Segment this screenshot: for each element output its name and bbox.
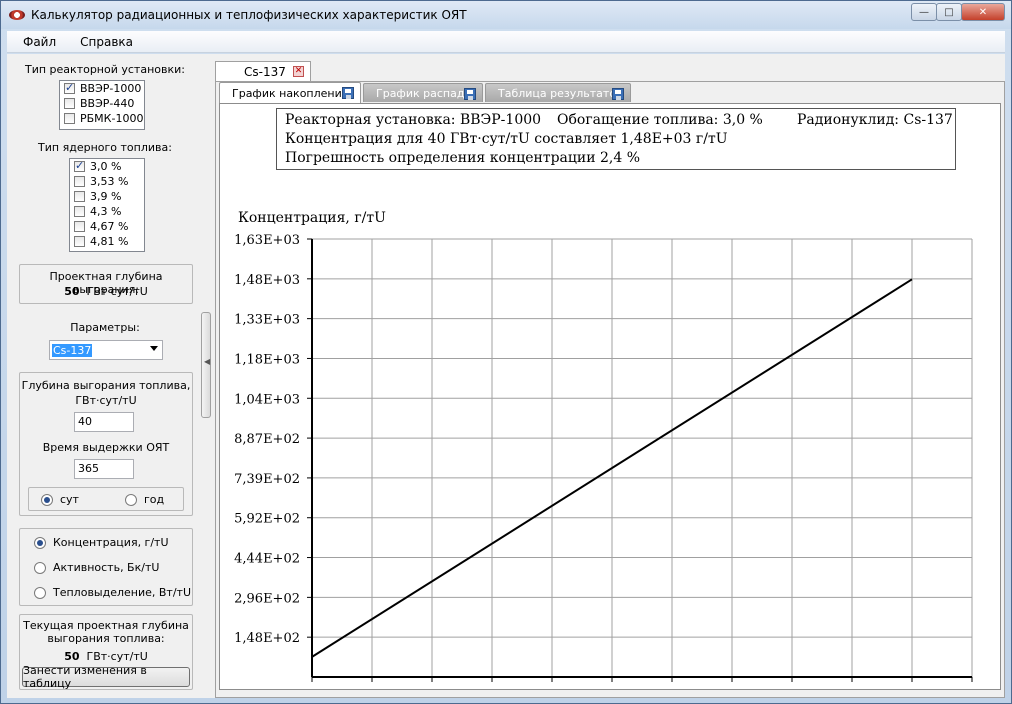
collapse-arrow-icon[interactable]: ◀: [204, 357, 210, 366]
y-tick-label: 1,18E+03: [234, 352, 300, 367]
mode-group: Концентрация, г/тU Активность, Бк/тU Теп…: [19, 528, 193, 606]
burnup-input[interactable]: 40: [74, 412, 134, 432]
doc-tab-cs137[interactable]: Cs-137 ✕: [215, 61, 311, 81]
checkbox-icon[interactable]: [74, 206, 85, 217]
maximize-icon[interactable]: □: [936, 3, 962, 21]
info-reactor: Реакторная установка: ВВЭР-1000: [285, 112, 542, 128]
checkbox-icon[interactable]: [74, 221, 85, 232]
checkbox-icon[interactable]: [74, 176, 85, 187]
tab-results-table[interactable]: Таблица результатов: [485, 83, 631, 102]
info-nuclide: Радионуклид: Cs-137: [797, 112, 953, 128]
params-label: Параметры:: [70, 321, 140, 334]
menu-bar: Файл Справка: [7, 31, 1005, 53]
info-concentration: Концентрация для 40 ГВт·сут/тU составляе…: [285, 131, 728, 147]
radio-icon[interactable]: [34, 561, 46, 574]
close-tab-icon[interactable]: ✕: [293, 66, 304, 77]
checkbox-icon[interactable]: [74, 236, 85, 247]
apply-to-table-button[interactable]: Занести изменения в таблицу: [22, 664, 190, 690]
fuel-item[interactable]: 4,81 %: [70, 234, 144, 249]
burnup-unit: ГВт·сут/тU: [75, 394, 137, 407]
current-label-2: выгорания топлива:: [47, 632, 165, 645]
y-tick-label: 1,63E+03: [234, 233, 300, 248]
checkbox-icon[interactable]: [74, 191, 85, 202]
tab-decay-chart[interactable]: График распада: [363, 83, 483, 102]
radio-icon[interactable]: [41, 493, 53, 506]
params-select[interactable]: Cs-137: [49, 340, 163, 360]
left-panel: Тип реакторной установки: ВВЭР-1000 ВВЭР…: [7, 54, 203, 698]
menu-file[interactable]: Файл: [7, 35, 66, 49]
checkbox-icon[interactable]: [74, 159, 85, 172]
design-burnup-box: Проектная глубина выгорания: 50 ГВт·сут/…: [19, 264, 193, 304]
fuel-list: 3,0 % 3,53 % 3,9 % 4,3 % 4,67 % 4,81 %: [69, 158, 145, 252]
reactor-item[interactable]: РБМК-1000: [60, 111, 144, 126]
radio-heat[interactable]: Тепловыделение, Вт/тU: [34, 586, 191, 599]
reactor-item[interactable]: ВВЭР-1000: [60, 81, 144, 96]
params-select-value: Cs-137: [52, 343, 93, 357]
save-icon[interactable]: [342, 87, 354, 99]
radio-activity[interactable]: Активность, Бк/тU: [34, 561, 159, 574]
y-axis-label: Концентрация, г/тU: [238, 210, 386, 226]
current-burnup-box: Текущая проектная глубина выгорания топл…: [19, 614, 193, 690]
app-window: Калькулятор радиационных и теплофизическ…: [0, 0, 1012, 704]
current-burnup-readout: 50 ГВт·сут/тU: [20, 650, 192, 663]
y-tick-label: 1,48E+03: [234, 273, 300, 288]
time-unit-group: сут год: [28, 487, 184, 511]
fuel-item[interactable]: 3,0 %: [70, 159, 144, 174]
close-icon[interactable]: ✕: [961, 3, 1005, 21]
checkbox-icon[interactable]: [64, 98, 75, 109]
holding-label: Время выдержки ОЯТ: [42, 441, 170, 454]
reactor-type-label: Тип реакторной установки:: [25, 63, 185, 76]
current-burnup-value: 50: [64, 650, 80, 663]
input-params-box: Глубина выгорания топлива, ГВт·сут/тU 40…: [19, 372, 193, 516]
current-label-1: Текущая проектная глубина: [23, 619, 189, 632]
reactor-list: ВВЭР-1000 ВВЭР-440 РБМК-1000: [59, 80, 145, 130]
save-icon[interactable]: [464, 88, 476, 100]
chart-panel: Реакторная установка: ВВЭР-1000 Обогащен…: [219, 103, 1001, 690]
design-burnup-value: 50: [64, 285, 80, 298]
save-icon[interactable]: [612, 88, 624, 100]
fuel-item[interactable]: 3,53 %: [70, 174, 144, 189]
y-tick-label: 1,04E+03: [234, 392, 300, 407]
holding-input[interactable]: 365: [74, 459, 134, 479]
minimize-icon[interactable]: —: [911, 3, 937, 21]
y-tick-label: 8,87E+02: [234, 432, 300, 447]
title-bar: Калькулятор радиационных и теплофизическ…: [1, 1, 1011, 29]
info-error: Погрешность определения концентрации 2,4…: [285, 150, 641, 166]
y-tick-label: 2,96E+02: [234, 591, 300, 606]
window-title: Калькулятор радиационных и теплофизическ…: [31, 8, 467, 22]
info-box: Реакторная установка: ВВЭР-1000 Обогащен…: [276, 108, 956, 170]
checkbox-icon[interactable]: [64, 81, 75, 94]
checkbox-icon[interactable]: [64, 113, 75, 124]
fuel-type-label: Тип ядерного топлива:: [38, 141, 172, 154]
fuel-item[interactable]: 4,67 %: [70, 219, 144, 234]
client-area: Тип реакторной установки: ВВЭР-1000 ВВЭР…: [7, 54, 1005, 698]
design-burnup-readout: 50 ГВт·сут/тU: [20, 285, 192, 298]
fuel-item[interactable]: 3,9 %: [70, 189, 144, 204]
chevron-down-icon[interactable]: [150, 346, 158, 351]
current-burnup-unit: ГВт·сут/тU: [86, 650, 148, 663]
burnup-label: Глубина выгорания топлива,: [21, 379, 191, 392]
accumulation-chart: 2,05,89,613,417,221,024,828,632,436,240,…: [234, 210, 973, 682]
radio-icon[interactable]: [34, 536, 46, 549]
reactor-item[interactable]: ВВЭР-440: [60, 96, 144, 111]
info-enrichment: Обогащение топлива: 3,0 %: [557, 112, 763, 128]
y-tick-label: 1,33E+03: [234, 313, 300, 328]
y-tick-label: 7,39E+02: [234, 472, 300, 487]
app-icon: [9, 10, 25, 20]
radio-concentration[interactable]: Концентрация, г/тU: [34, 536, 169, 549]
y-tick-label: 1,48E+02: [234, 631, 300, 646]
tab-accumulation-chart[interactable]: График накопления: [219, 82, 361, 103]
fuel-item[interactable]: 4,3 %: [70, 204, 144, 219]
y-tick-label: 4,44E+02: [234, 552, 300, 567]
menu-help[interactable]: Справка: [66, 35, 143, 49]
radio-icon[interactable]: [125, 493, 137, 506]
radio-icon[interactable]: [34, 586, 46, 599]
y-tick-label: 5,92E+02: [234, 512, 300, 527]
radio-day[interactable]: сут: [41, 493, 79, 506]
radio-year[interactable]: год: [125, 493, 164, 506]
design-burnup-unit: ГВт·сут/тU: [86, 285, 148, 298]
